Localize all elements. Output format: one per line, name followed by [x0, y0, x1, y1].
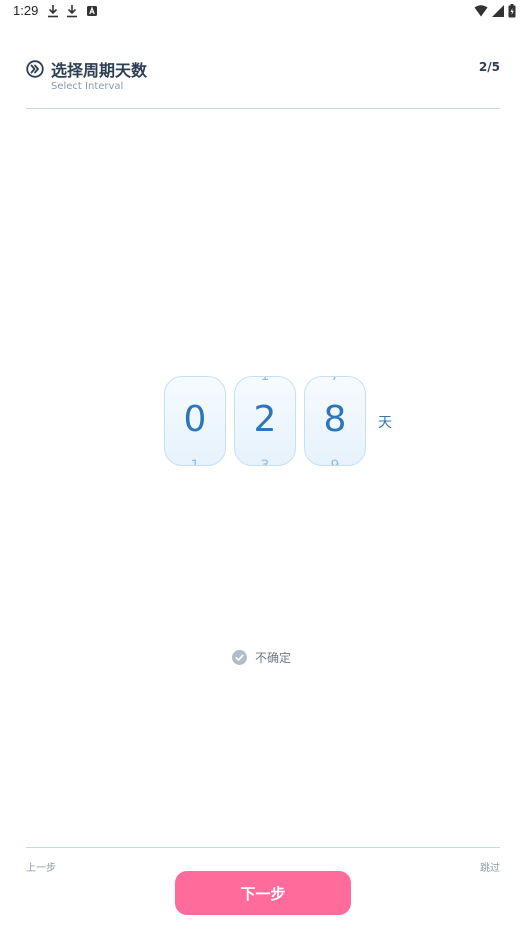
battery-icon	[508, 4, 516, 18]
wifi-icon	[474, 5, 488, 17]
page-subtitle: Select Interval	[51, 81, 124, 92]
unit-label: 天	[378, 415, 392, 431]
wheel-current-value: 2	[253, 399, 277, 440]
wheel-current-value: 8	[323, 399, 347, 440]
wheel-current-value: 0	[183, 399, 207, 440]
uncertain-label: 不确定	[255, 650, 292, 665]
status-bar: 1:29	[0, 0, 526, 22]
download-icon	[67, 5, 77, 18]
step-indicator: 2/5	[478, 60, 500, 74]
status-time: 1:29	[13, 3, 39, 18]
wheel-next-value: 9	[330, 458, 340, 466]
digit-wheel-tens[interactable]: 1 2 3	[234, 376, 296, 466]
a-badge-icon	[87, 6, 97, 16]
uncertain-checkbox[interactable]: 不确定	[232, 648, 291, 666]
wheel-prev-value: 7	[330, 376, 340, 384]
previous-step-link[interactable]: 上一步	[26, 859, 56, 874]
double-chevron-circle-icon	[26, 60, 44, 78]
check-circle-icon	[232, 649, 247, 665]
download-icon	[48, 5, 58, 18]
wheel-next-value: 1	[190, 458, 200, 466]
digit-wheel-hundreds[interactable]: 0 1	[164, 376, 226, 466]
signal-icon	[492, 5, 504, 17]
digit-wheel-ones[interactable]: 7 8 9	[304, 376, 366, 466]
interval-picker: 0 1 1 2 3 7 8 9 天	[164, 376, 404, 466]
wheel-prev-value: 1	[260, 376, 270, 384]
page-header: 选择周期天数 Select Interval 2/5	[26, 56, 500, 109]
page-title: 选择周期天数	[51, 61, 148, 80]
wheel-next-value: 3	[260, 458, 270, 466]
skip-link[interactable]: 跳过	[480, 859, 500, 874]
footer-divider	[26, 847, 500, 848]
next-step-button[interactable]: 下一步	[175, 871, 351, 915]
